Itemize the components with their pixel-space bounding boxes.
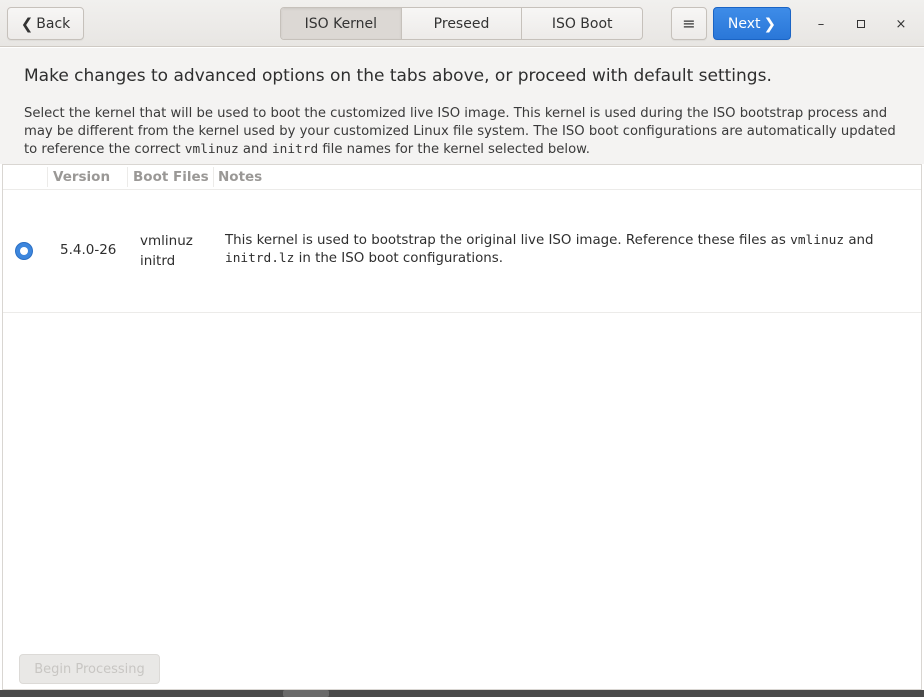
notes-code-vmlinuz: vmlinuz xyxy=(790,233,845,248)
column-header-version[interactable]: Version xyxy=(53,169,110,185)
kernel-version: 5.4.0-26 xyxy=(60,242,117,258)
kernel-table: Version Boot Files Notes 5.4.0-26 vmlinu… xyxy=(2,164,922,690)
table-row[interactable]: 5.4.0-26 vmlinuz initrd This kernel is u… xyxy=(3,191,921,313)
desc-code-initrd: initrd xyxy=(271,142,319,157)
begin-processing-button[interactable]: Begin Processing xyxy=(19,654,160,684)
next-button[interactable]: Next ❯ xyxy=(713,7,791,40)
bottom-scrollbar xyxy=(0,690,924,697)
square-icon xyxy=(857,20,865,28)
tab-iso-boot[interactable]: ISO Boot xyxy=(522,8,642,39)
tab-preseed[interactable]: Preseed xyxy=(402,8,523,39)
column-separator xyxy=(127,167,128,187)
boot-file-initrd: initrd xyxy=(140,253,176,269)
boot-files: vmlinuz initrd xyxy=(140,231,193,271)
desc-text: and xyxy=(238,142,272,157)
minimize-button[interactable]: – xyxy=(808,11,834,37)
desc-code-vmlinuz: vmlinuz xyxy=(184,142,239,157)
close-icon: × xyxy=(895,16,907,32)
menu-button[interactable]: ≡ xyxy=(671,7,707,40)
maximize-button[interactable] xyxy=(848,11,874,37)
hamburger-icon: ≡ xyxy=(682,14,696,33)
kernel-notes: This kernel is used to bootstrap the ori… xyxy=(225,232,905,268)
minimize-icon: – xyxy=(817,16,825,32)
back-button-label: Back xyxy=(36,15,71,32)
desc-text: file names for the kernel selected below… xyxy=(318,142,590,157)
radio-dot xyxy=(20,247,28,255)
kernel-radio-button[interactable] xyxy=(15,242,33,260)
table-header: Version Boot Files Notes xyxy=(3,165,921,190)
chevron-left-icon: ❮ xyxy=(20,14,34,33)
boot-file-vmlinuz: vmlinuz xyxy=(140,233,193,249)
header-bar: ❮ Back ISO Kernel Preseed ISO Boot ≡ Nex… xyxy=(0,0,924,47)
column-header-notes[interactable]: Notes xyxy=(218,169,262,185)
next-button-label: Next xyxy=(727,15,761,32)
column-header-boot-files[interactable]: Boot Files xyxy=(133,169,209,185)
notes-code-initrd: initrd.lz xyxy=(225,251,295,266)
tab-iso-kernel[interactable]: ISO Kernel xyxy=(281,8,402,39)
notes-text: This kernel is used to bootstrap the ori… xyxy=(225,233,791,248)
notes-text: in the ISO boot configurations. xyxy=(294,251,503,266)
close-button[interactable]: × xyxy=(888,11,914,37)
scrollbar-thumb[interactable] xyxy=(283,690,329,697)
chevron-right-icon: ❯ xyxy=(763,14,777,33)
notes-text: and xyxy=(844,233,874,248)
column-separator xyxy=(213,167,214,187)
intro-description: Select the kernel that will be used to b… xyxy=(24,105,909,159)
back-button[interactable]: ❮ Back xyxy=(7,7,84,40)
tab-bar: ISO Kernel Preseed ISO Boot xyxy=(280,7,643,40)
column-separator xyxy=(47,167,48,187)
page-heading: Make changes to advanced options on the … xyxy=(24,66,772,86)
